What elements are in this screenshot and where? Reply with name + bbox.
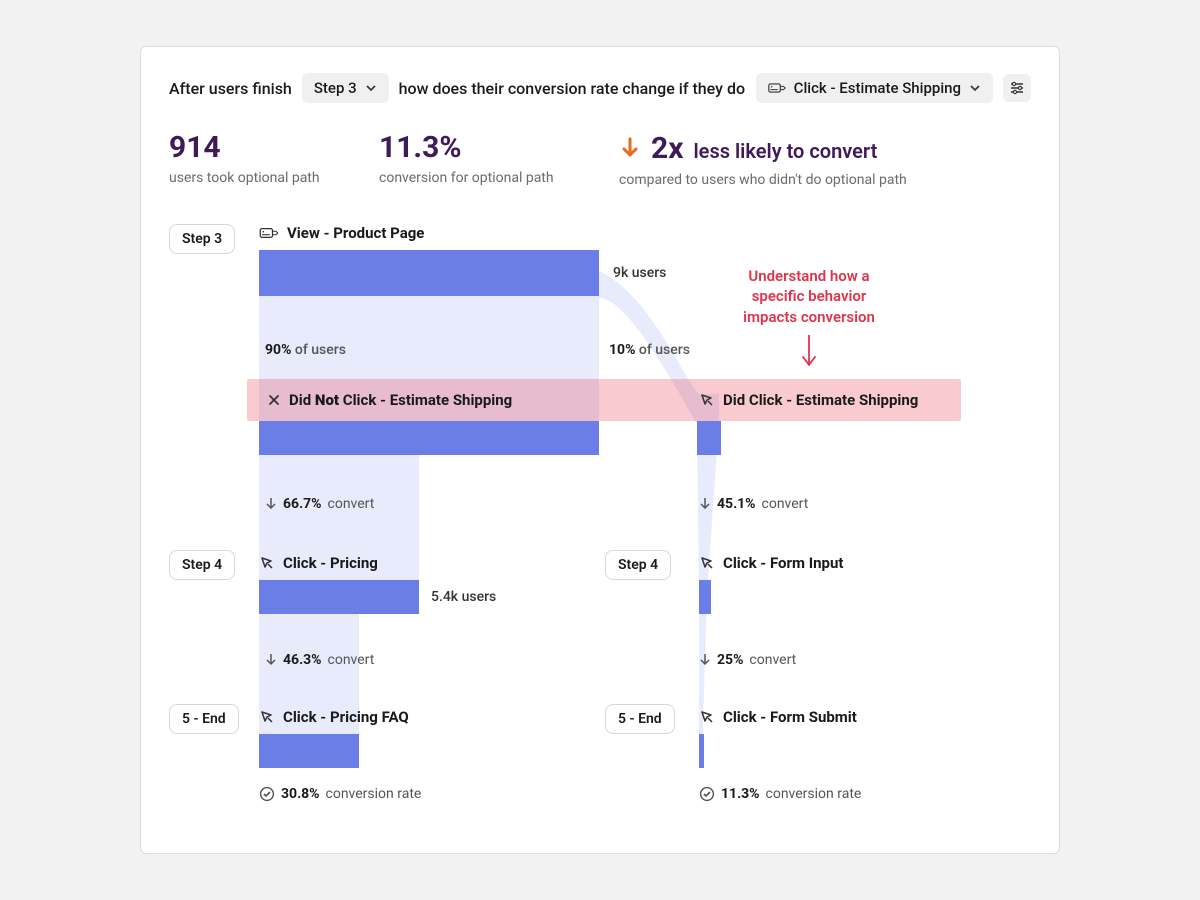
metrics-row: 914 users took optional path 11.3% conve… [169,131,1031,188]
step-badge: 5 - End [605,704,675,734]
controls-prefix: After users finish [169,79,292,98]
settings-button[interactable] [1003,74,1031,102]
right-end-bar [699,734,704,768]
cursor-click-icon [259,555,275,571]
left-conv2: 46.3% [283,652,322,668]
branch-right-label: Did Click - Estimate Shipping [723,391,918,409]
split-left-suffix: of users [295,342,346,358]
event-select-label: Click - Estimate Shipping [794,79,961,97]
step-select-label: Step 3 [314,79,357,97]
left-s4-users: 5.4k users [431,589,496,605]
metric-users: 914 users took optional path [169,131,379,188]
step-badge: Step 3 [169,224,235,254]
likely-multiplier: 2x [651,131,683,166]
right-s4-bar [699,580,711,614]
cursor-click-icon [259,709,275,725]
metric-users-value: 914 [169,131,379,164]
split-left-pct: 90% [265,342,291,358]
step-select[interactable]: Step 3 [302,73,389,103]
left-conv1: 66.7% [283,496,322,512]
metric-conv-value: 11.3% [379,131,619,164]
step-badge: 5 - End [169,704,239,734]
left-end-bar [259,734,359,768]
right-conv1: 45.1% [717,496,756,512]
chevron-down-icon [969,82,981,94]
step3-label: View - Product Page [287,224,424,242]
cursor-click-icon [699,555,715,571]
annotation-arrow-icon [799,335,819,371]
branch-left-bar [259,421,599,455]
sliders-icon [1009,80,1025,96]
metric-likelihood: 2x less likely to convert compared to us… [619,131,907,188]
left-rate: 30.8% [281,786,320,802]
check-circle-icon [259,786,275,802]
metric-users-label: users took optional path [169,170,379,186]
down-arrow-icon [619,137,641,161]
step3-row: Step 3 View - Product Page 9k users [259,224,949,296]
right-rate: 11.3% [721,786,760,802]
x-icon [267,393,281,407]
cursor-click-icon [699,392,715,408]
likely-text: less likely to convert [693,139,877,163]
cursor-click-icon [699,709,715,725]
step-badge: Step 4 [169,550,235,580]
metric-conv-label: conversion for optional path [379,170,619,186]
right-s4-label: Click - Form Input [723,554,843,572]
event-select[interactable]: Click - Estimate Shipping [756,73,993,103]
step3-bar [259,250,599,296]
chevron-down-icon [365,82,377,94]
down-arrow-icon [699,653,711,667]
analysis-card: After users finish Step 3 how does their… [140,46,1060,854]
split-right-suffix: of users [639,342,690,358]
branch-left-label: Did Not Click - Estimate Shipping [289,391,512,409]
split-right-pct: 10% [609,342,635,358]
step-badge: Step 4 [605,550,671,580]
controls-row: After users finish Step 3 how does their… [169,73,1031,103]
funnel-chart: Understand how a specific behavior impac… [169,224,1031,806]
likely-sub: compared to users who didn't do optional… [619,172,907,188]
left-s4-bar [259,580,419,614]
down-arrow-icon [265,653,277,667]
right-conv2: 25% [717,652,743,668]
step3-users: 9k users [613,265,666,281]
down-arrow-icon [699,497,711,511]
page-icon [259,226,279,240]
page-icon [768,81,786,95]
left-s4-label: Click - Pricing [283,554,378,572]
left-end-label: Click - Pricing FAQ [283,708,409,726]
down-arrow-icon [265,497,277,511]
controls-middle: how does their conversion rate change if… [399,79,745,98]
metric-conversion: 11.3% conversion for optional path [379,131,619,188]
branch-right-bar [697,421,721,455]
check-circle-icon [699,786,715,802]
right-end-label: Click - Form Submit [723,708,857,726]
branch-bars-row [259,421,949,455]
